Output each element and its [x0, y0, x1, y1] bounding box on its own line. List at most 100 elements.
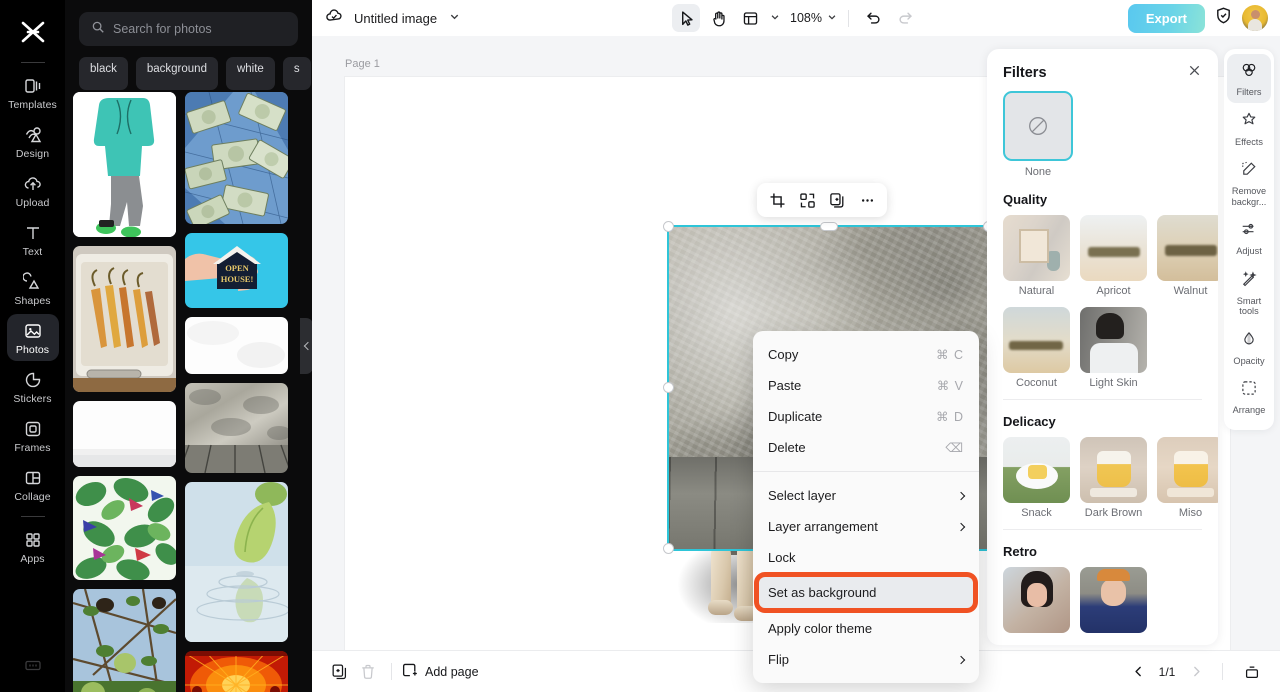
- filter-tile-retro-2[interactable]: [1080, 567, 1147, 633]
- resize-handle-bottom-left[interactable]: [663, 543, 674, 554]
- chevron-right-icon: [956, 655, 966, 664]
- photo-passion-fruit-vine[interactable]: [73, 589, 176, 692]
- menu-label: Apply color theme: [768, 621, 873, 636]
- toolbar-divider: [847, 9, 849, 27]
- sidebar-label: Apps: [20, 553, 45, 565]
- duplicate-button[interactable]: [823, 186, 851, 214]
- panel-toggle-button[interactable]: [1238, 658, 1266, 686]
- sidebar-item-design[interactable]: Design: [7, 118, 59, 165]
- photo-tropical-leaves-birds[interactable]: [73, 476, 176, 580]
- layout-tool[interactable]: [736, 4, 764, 32]
- resize-handle-left-center[interactable]: [663, 382, 674, 393]
- filter-thumbnail: [1157, 215, 1218, 281]
- close-x-icon[interactable]: [1187, 63, 1202, 83]
- cloud-saved-icon[interactable]: [324, 6, 344, 31]
- sidebar-item-stickers[interactable]: Stickers: [7, 363, 59, 410]
- sidebar-item-frames[interactable]: Frames: [7, 412, 59, 459]
- photo-green-leaf-water[interactable]: [185, 482, 288, 642]
- context-menu-item-duplicate[interactable]: Duplicate ⌘ D: [753, 401, 979, 432]
- photo-white-blank-surface[interactable]: [185, 317, 288, 374]
- document-title[interactable]: Untitled image: [354, 11, 437, 26]
- crop-button[interactable]: [763, 186, 791, 214]
- more-options-button[interactable]: [853, 186, 881, 214]
- sidebar-item-shapes[interactable]: Shapes: [7, 265, 59, 312]
- filter-tile-apricot[interactable]: Apricot: [1080, 215, 1147, 297]
- hand-tool[interactable]: [704, 4, 732, 32]
- no-filter-icon[interactable]: [1003, 91, 1073, 161]
- user-avatar[interactable]: [1242, 5, 1268, 31]
- replace-media-button[interactable]: [793, 186, 821, 214]
- page-navigation: 1/1: [1127, 658, 1266, 686]
- right-rail-label: Opacity: [1233, 355, 1265, 366]
- context-menu-item-apply-color-theme[interactable]: Apply color theme: [753, 613, 979, 644]
- resize-handle-top-left[interactable]: [663, 221, 674, 232]
- photo-dollar-bills[interactable]: [185, 92, 288, 224]
- filter-tile-snack[interactable]: Snack: [1003, 437, 1070, 519]
- filter-none-tile[interactable]: None: [1003, 91, 1202, 178]
- right-rail-item-smart-tools[interactable]: Smart tools: [1227, 263, 1271, 322]
- chip-background[interactable]: background: [135, 57, 218, 90]
- right-rail-item-remove-background[interactable]: Remove backgr...: [1227, 153, 1271, 212]
- search-input[interactable]: [113, 22, 286, 36]
- keyboard-shortcuts-icon[interactable]: [23, 657, 43, 678]
- panel-collapse-handle[interactable]: [300, 318, 312, 374]
- resize-handle-top-center[interactable]: [820, 222, 838, 231]
- photo-open-house-sign[interactable]: OPEN HOUSE!: [185, 233, 288, 308]
- select-tool[interactable]: [672, 4, 700, 32]
- context-menu-item-delete[interactable]: Delete ⌫: [753, 432, 979, 463]
- right-rail-item-effects[interactable]: Effects: [1227, 104, 1271, 153]
- dog-paw-left: [708, 600, 733, 615]
- context-menu-item-copy[interactable]: Copy ⌘ C: [753, 339, 979, 370]
- filter-tile-light-skin[interactable]: Light Skin: [1080, 307, 1147, 389]
- sidebar-item-apps[interactable]: Apps: [7, 523, 59, 570]
- sidebar-item-text[interactable]: Text: [7, 216, 59, 263]
- context-menu-item-flip[interactable]: Flip: [753, 644, 979, 675]
- filter-tile-retro-1[interactable]: [1003, 567, 1070, 633]
- sidebar-item-collage[interactable]: Collage: [7, 461, 59, 508]
- redo-button[interactable]: [892, 4, 920, 32]
- right-rail-item-opacity[interactable]: Opacity: [1227, 323, 1271, 372]
- next-page-button[interactable]: [1185, 661, 1207, 683]
- context-menu-item-set-as-background[interactable]: Set as background: [759, 577, 973, 608]
- opacity-drop-icon: [1240, 330, 1258, 353]
- filter-thumbnail: [1080, 307, 1147, 373]
- duplicate-page-button[interactable]: [326, 658, 354, 686]
- search-box[interactable]: [79, 12, 298, 46]
- filter-tile-coconut[interactable]: Coconut: [1003, 307, 1070, 389]
- zoom-level[interactable]: 108%: [790, 11, 822, 25]
- right-rail-item-arrange[interactable]: Arrange: [1227, 372, 1271, 421]
- zoom-chevron-icon[interactable]: [827, 9, 837, 27]
- prev-page-button[interactable]: [1127, 661, 1149, 683]
- filter-tile-natural[interactable]: Natural: [1003, 215, 1070, 297]
- sidebar-item-upload[interactable]: Upload: [7, 167, 59, 214]
- photo-concrete-wall-wood-floor[interactable]: [185, 383, 288, 473]
- layout-chevron-icon[interactable]: [770, 9, 780, 27]
- shield-check-icon[interactable]: [1214, 6, 1233, 30]
- chip-white[interactable]: white: [225, 57, 275, 90]
- export-button[interactable]: Export: [1127, 3, 1205, 33]
- chip-black[interactable]: black: [79, 57, 128, 90]
- photo-roasted-carrots-tray[interactable]: [73, 246, 176, 392]
- filter-tile-walnut[interactable]: Walnut: [1157, 215, 1218, 297]
- sidebar-item-photos[interactable]: Photos: [6, 314, 59, 361]
- delete-page-button[interactable]: [354, 658, 382, 686]
- stickers-icon: [23, 370, 43, 390]
- undo-button[interactable]: [860, 4, 888, 32]
- chip-partial[interactable]: s: [282, 57, 311, 90]
- capcut-logo-icon[interactable]: [13, 14, 53, 50]
- add-page-button[interactable]: Add page: [401, 662, 479, 682]
- photo-white-table-backdrop[interactable]: [73, 401, 176, 467]
- context-menu-item-select-layer[interactable]: Select layer: [753, 480, 979, 511]
- photo-red-orange-kaleidoscope[interactable]: [185, 651, 288, 692]
- context-menu-item-layer-arrangement[interactable]: Layer arrangement: [753, 511, 979, 542]
- chevron-down-icon[interactable]: [449, 9, 460, 27]
- filter-tile-dark-brown[interactable]: Dark Brown: [1080, 437, 1147, 519]
- context-menu-item-lock[interactable]: Lock: [753, 542, 979, 573]
- filter-tile-miso[interactable]: Miso: [1157, 437, 1218, 519]
- photo-person-teal-hoodie[interactable]: [73, 92, 176, 237]
- right-rail-item-filters[interactable]: Filters: [1227, 54, 1271, 103]
- sidebar-item-templates[interactable]: Templates: [7, 69, 59, 116]
- context-menu-item-paste[interactable]: Paste ⌘ V: [753, 370, 979, 401]
- menu-shortcut: ⌘ C: [936, 348, 964, 362]
- right-rail-item-adjust[interactable]: Adjust: [1227, 213, 1271, 262]
